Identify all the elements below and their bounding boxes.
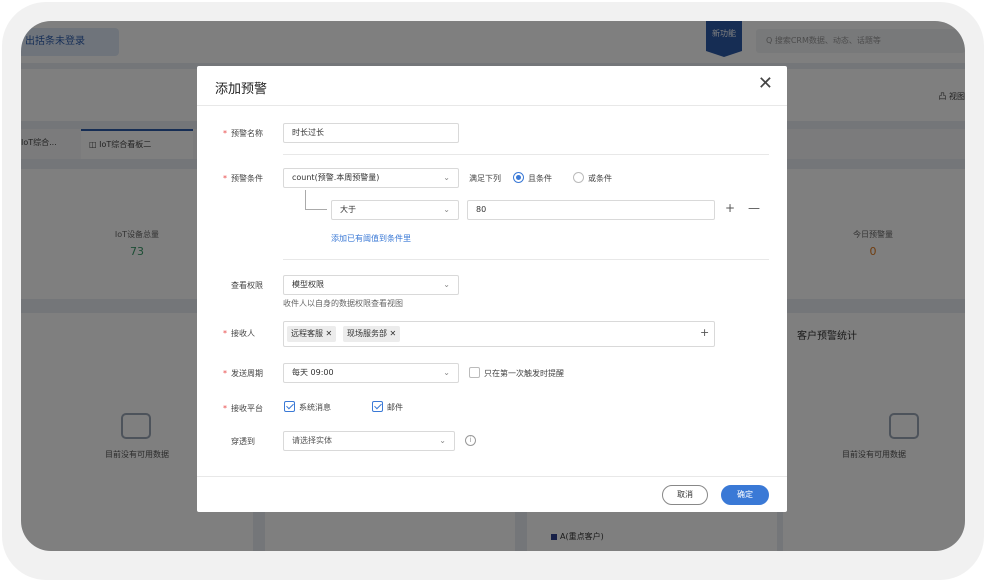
- operator-select[interactable]: 大于 ⌄: [331, 200, 459, 220]
- receiver-input[interactable]: 远程客服 ✕ 现场服务部 ✕ +: [283, 321, 715, 347]
- close-icon[interactable]: ✕: [758, 74, 773, 94]
- dialog-footer: 取消 确定: [197, 476, 787, 512]
- operator-value: 大于: [340, 205, 356, 214]
- send-period-value: 每天 09:00: [292, 368, 334, 377]
- condition-label: * 预警条件: [223, 174, 263, 183]
- threshold-input[interactable]: 80: [467, 200, 715, 220]
- period-label: * 发送周期: [223, 369, 263, 378]
- or-condition-label[interactable]: 或条件: [588, 173, 612, 184]
- mail-label[interactable]: 邮件: [387, 402, 403, 413]
- first-trigger-label[interactable]: 只在第一次触发时提醒: [484, 368, 564, 379]
- add-condition-icon[interactable]: +: [725, 201, 735, 215]
- remove-condition-icon[interactable]: —: [748, 201, 760, 215]
- receiver-label: * 接收人: [223, 329, 255, 338]
- permission-select[interactable]: 模型权限 ⌄: [283, 275, 459, 295]
- penetrate-entity-select[interactable]: 请选择实体 ⌄: [283, 431, 455, 451]
- dialog-header: 添加预警 ✕: [197, 66, 787, 106]
- add-receiver-icon[interactable]: +: [700, 324, 709, 342]
- cancel-button[interactable]: 取消: [662, 485, 708, 505]
- add-warning-dialog: 添加预警 ✕ * 预警名称 时长过长 * 预警条件 count(预警.本周预警量) …: [197, 66, 787, 512]
- chevron-down-icon: ⌄: [443, 205, 450, 214]
- satisfy-text: 满足下列: [469, 174, 501, 183]
- receiver-tag[interactable]: 现场服务部 ✕: [343, 326, 401, 342]
- permission-hint: 收件人以自身的数据权限查看视图: [283, 299, 403, 308]
- chevron-down-icon: ⌄: [443, 173, 450, 182]
- mail-checkbox[interactable]: [372, 401, 383, 412]
- receiver-tag[interactable]: 远程客服 ✕: [287, 326, 337, 342]
- divider: [283, 259, 769, 260]
- system-message-label[interactable]: 系统消息: [299, 402, 331, 413]
- confirm-button[interactable]: 确定: [721, 485, 769, 505]
- info-icon[interactable]: i: [465, 435, 476, 446]
- dialog-title: 添加预警: [215, 82, 268, 97]
- add-existing-threshold-link[interactable]: 添加已有阈值到条件里: [331, 233, 411, 244]
- name-label: * 预警名称: [223, 129, 263, 138]
- send-period-select[interactable]: 每天 09:00 ⌄: [283, 363, 459, 383]
- chevron-down-icon: ⌄: [443, 280, 450, 289]
- or-condition-radio[interactable]: [573, 172, 584, 183]
- system-message-checkbox[interactable]: [284, 401, 295, 412]
- condition-field-value: count(预警.本周预警量): [292, 173, 380, 182]
- condition-tree-line: [305, 190, 327, 210]
- permission-label: 查看权限: [231, 281, 263, 290]
- divider: [283, 154, 769, 155]
- penetrate-label: 穿透到: [231, 437, 255, 446]
- warning-name-input[interactable]: 时长过长: [283, 123, 459, 143]
- penetrate-placeholder: 请选择实体: [292, 436, 332, 445]
- permission-value: 模型权限: [292, 280, 324, 289]
- chevron-down-icon: ⌄: [443, 368, 450, 377]
- chevron-down-icon: ⌄: [439, 436, 446, 445]
- and-condition-label[interactable]: 且条件: [528, 173, 552, 184]
- platform-label: * 接收平台: [223, 404, 263, 413]
- app-screen: 出括条未登录 新功能 Q 搜索CRM数据、动态、话题等 凸 视图 IoT综合..…: [21, 21, 965, 551]
- first-trigger-checkbox[interactable]: [469, 367, 480, 378]
- and-condition-radio[interactable]: [513, 172, 524, 183]
- condition-field-select[interactable]: count(预警.本周预警量) ⌄: [283, 168, 459, 188]
